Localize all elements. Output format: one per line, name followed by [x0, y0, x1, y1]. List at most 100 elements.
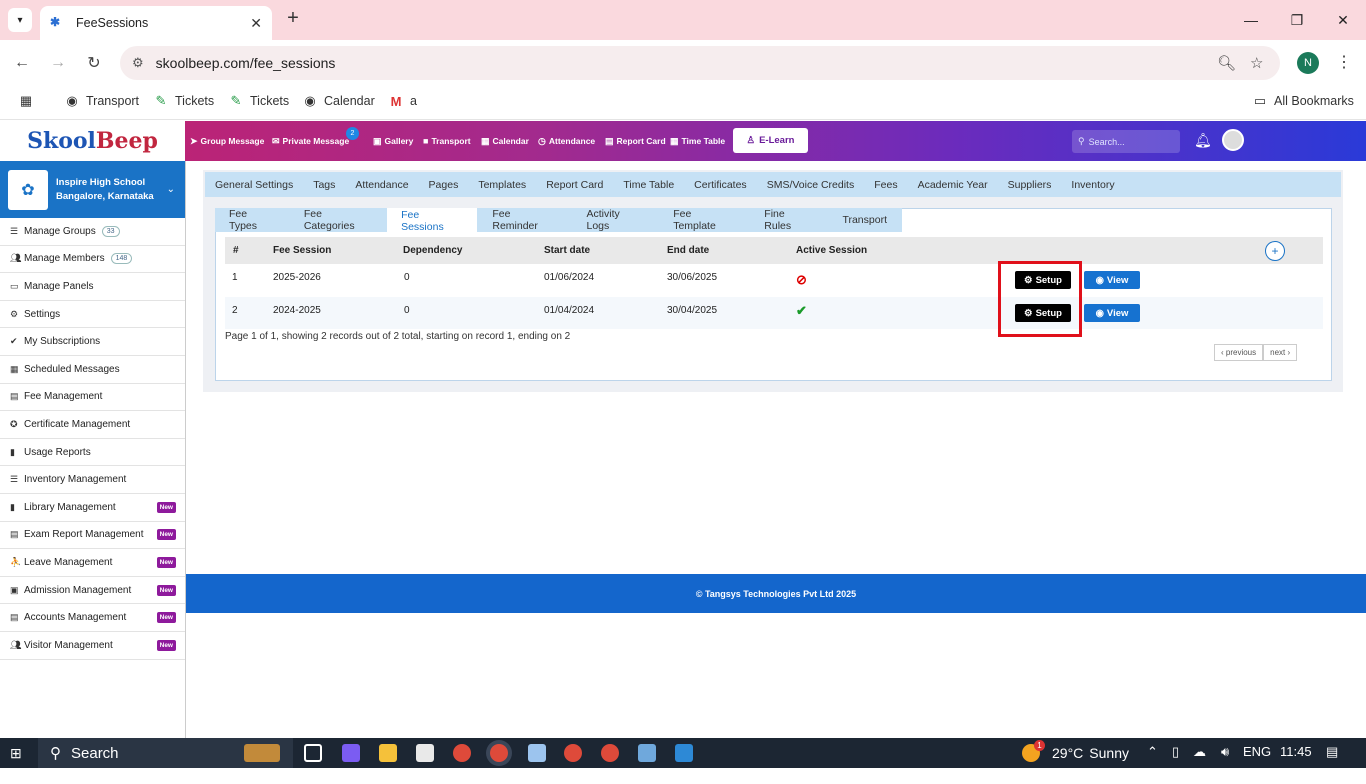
zoom-icon[interactable]: 🔍︎	[1217, 54, 1236, 72]
nav-attendance[interactable]: ◷ Attendance	[538, 121, 595, 161]
bell-icon[interactable]: 🔔︎	[1194, 132, 1212, 149]
sidebar-item-admission-management[interactable]: ▣ Admission Management New	[0, 577, 185, 605]
nav-group-message[interactable]: ➤ Group Message	[190, 121, 264, 161]
tab-fine-rules[interactable]: Fine Rules	[750, 208, 827, 232]
sidebar-item-library-management[interactable]: ▮ Library Management New	[0, 494, 185, 522]
tab-inventory[interactable]: Inventory	[1061, 179, 1124, 191]
add-session-button[interactable]: +	[1265, 241, 1285, 261]
tab-fee-types[interactable]: Fee Types	[215, 208, 291, 232]
apps-icon[interactable]: ▦	[18, 93, 40, 109]
sidebar-item-manage-groups[interactable]: ☰ Manage Groups 33	[0, 218, 185, 246]
nav-private-message[interactable]: ✉ Private Message	[272, 121, 349, 161]
tab-time-table[interactable]: Time Table	[613, 179, 684, 191]
minimize-button[interactable]: —	[1228, 0, 1274, 40]
chrome-icon[interactable]	[453, 744, 471, 762]
new-tab-button[interactable]: +	[282, 8, 304, 30]
tab-suppliers[interactable]: Suppliers	[998, 179, 1062, 191]
skoolbeep-logo[interactable]: SkoolBeep	[0, 121, 185, 161]
nav-transport[interactable]: ■ Transport	[423, 121, 471, 161]
tab-pages[interactable]: Pages	[419, 179, 469, 191]
address-bar[interactable]: ⚙ skoolbeep.com/fee_sessions	[120, 46, 1280, 80]
notepad-icon[interactable]	[528, 744, 546, 762]
tab-academic-year[interactable]: Academic Year	[908, 179, 998, 191]
profile-avatar[interactable]: N	[1297, 52, 1319, 74]
photos-icon[interactable]	[675, 744, 693, 762]
site-info-icon[interactable]: ⚙	[132, 55, 144, 71]
file-explorer-icon[interactable]	[379, 744, 397, 762]
chrome-icon[interactable]	[601, 744, 619, 762]
language-indicator[interactable]: ENG	[1243, 744, 1271, 759]
copilot-icon[interactable]	[342, 744, 360, 762]
close-tab-icon[interactable]: ✕	[250, 15, 262, 32]
view-button[interactable]: ◉ View	[1084, 304, 1140, 322]
browser-tab[interactable]: ✱ FeeSessions ✕	[40, 6, 272, 40]
all-bookmarks[interactable]: ▭ All Bookmarks	[1252, 93, 1354, 109]
reload-button[interactable]: ↻	[82, 51, 106, 75]
tab-report-card[interactable]: Report Card	[536, 179, 613, 191]
browser-menu-icon[interactable]: ⋮	[1336, 52, 1352, 72]
sidebar-item-manage-members[interactable]: 👥︎ Manage Members 148	[0, 246, 185, 274]
back-button[interactable]: ←	[10, 51, 34, 75]
chevron-up-icon[interactable]: ⌃	[1147, 744, 1158, 760]
sidebar-item-scheduled-messages[interactable]: ▦ Scheduled Messages	[0, 356, 185, 384]
bookmark-gmail[interactable]: Ma	[388, 93, 417, 109]
close-window-button[interactable]: ✕	[1320, 0, 1366, 40]
tab-attendance[interactable]: Attendance	[345, 179, 418, 191]
clock[interactable]: 11:45	[1280, 744, 1312, 759]
school-selector[interactable]: ✿ Inspire High School Bangalore, Karnata…	[0, 161, 185, 218]
sidebar-item-accounts-management[interactable]: ▤ Accounts Management New	[0, 604, 185, 632]
tab-sms-voice-credits[interactable]: SMS/Voice Credits	[757, 179, 865, 191]
tab-fee-categories[interactable]: Fee Categories	[292, 208, 386, 232]
sidebar-item-settings[interactable]: ⚙ Settings	[0, 301, 185, 329]
forward-button[interactable]: →	[46, 51, 70, 75]
nav-calendar[interactable]: ▦ Calendar	[481, 121, 529, 161]
next-page-button[interactable]: next ›	[1263, 344, 1298, 361]
tab-fee-template[interactable]: Fee Template	[659, 208, 749, 232]
tab-certificates[interactable]: Certificates	[684, 179, 757, 191]
sidebar-item-manage-panels[interactable]: ▭ Manage Panels	[0, 273, 185, 301]
view-button[interactable]: ◉ View	[1084, 271, 1140, 289]
nav-report-card[interactable]: ▤ Report Card	[605, 121, 666, 161]
elearn-button[interactable]: ♙ E-Learn	[733, 128, 808, 153]
sidebar-item-subscriptions[interactable]: ✔ My Subscriptions	[0, 328, 185, 356]
tab-transport[interactable]: Transport	[828, 208, 901, 232]
previous-page-button[interactable]: ‹ previous	[1214, 344, 1264, 361]
sidebar-item-leave-management[interactable]: ⛹ Leave Management New	[0, 549, 185, 577]
sidebar-item-visitor-management[interactable]: 👥︎ Visitor Management New	[0, 632, 185, 660]
radio-widget-icon[interactable]	[244, 744, 280, 762]
device-icon[interactable]: ▯	[1172, 744, 1179, 760]
network-icon[interactable]: ☁	[1193, 744, 1206, 760]
paint-icon[interactable]	[638, 744, 656, 762]
tab-fees[interactable]: Fees	[864, 179, 907, 191]
tab-tags[interactable]: Tags	[303, 179, 345, 191]
tab-activity-logs[interactable]: Activity Logs	[573, 208, 659, 232]
tab-fee-sessions[interactable]: Fee Sessions	[387, 208, 478, 233]
store-icon[interactable]	[416, 744, 434, 762]
header-search-input[interactable]: ⚲ Search...	[1072, 130, 1180, 153]
sidebar-item-inventory-management[interactable]: ☰ Inventory Management	[0, 466, 185, 494]
bookmark-calendar[interactable]: ◉ Calendar	[302, 93, 374, 109]
volume-icon[interactable]: 🔊︎	[1221, 744, 1229, 760]
chrome-active-icon[interactable]	[490, 744, 508, 762]
notifications-icon[interactable]: ▤	[1326, 744, 1338, 760]
sidebar-item-usage-reports[interactable]: ▮ Usage Reports	[0, 439, 185, 467]
nav-gallery[interactable]: ▣ Gallery	[373, 121, 413, 161]
tab-search-button[interactable]: ▾	[8, 8, 32, 32]
bookmark-transport[interactable]: ◉ Transport	[64, 93, 139, 109]
bookmark-tickets-1[interactable]: ✎ Tickets	[153, 93, 215, 109]
weather-widget[interactable]: 1 29°C Sunny	[1022, 740, 1129, 762]
task-view-icon[interactable]	[304, 744, 322, 762]
sidebar-item-certificate-management[interactable]: ✪ Certificate Management	[0, 411, 185, 439]
tab-templates[interactable]: Templates	[468, 179, 536, 191]
restore-button[interactable]: ❐	[1274, 0, 1320, 40]
tab-general-settings[interactable]: General Settings	[205, 179, 303, 191]
bookmark-tickets-2[interactable]: ✎ Tickets	[228, 93, 290, 109]
nav-time-table[interactable]: ▦ Time Table	[670, 121, 725, 161]
sidebar-item-exam-report-management[interactable]: ▤ Exam Report Management New	[0, 522, 185, 550]
bookmark-star-icon[interactable]: ☆	[1250, 54, 1263, 72]
chrome-icon[interactable]	[564, 744, 582, 762]
user-avatar[interactable]	[1222, 129, 1244, 151]
tab-fee-reminder[interactable]: Fee Reminder	[478, 208, 571, 232]
sidebar-item-fee-management[interactable]: ▤ Fee Management	[0, 384, 185, 412]
windows-start-icon[interactable]: ⊞	[10, 745, 22, 762]
